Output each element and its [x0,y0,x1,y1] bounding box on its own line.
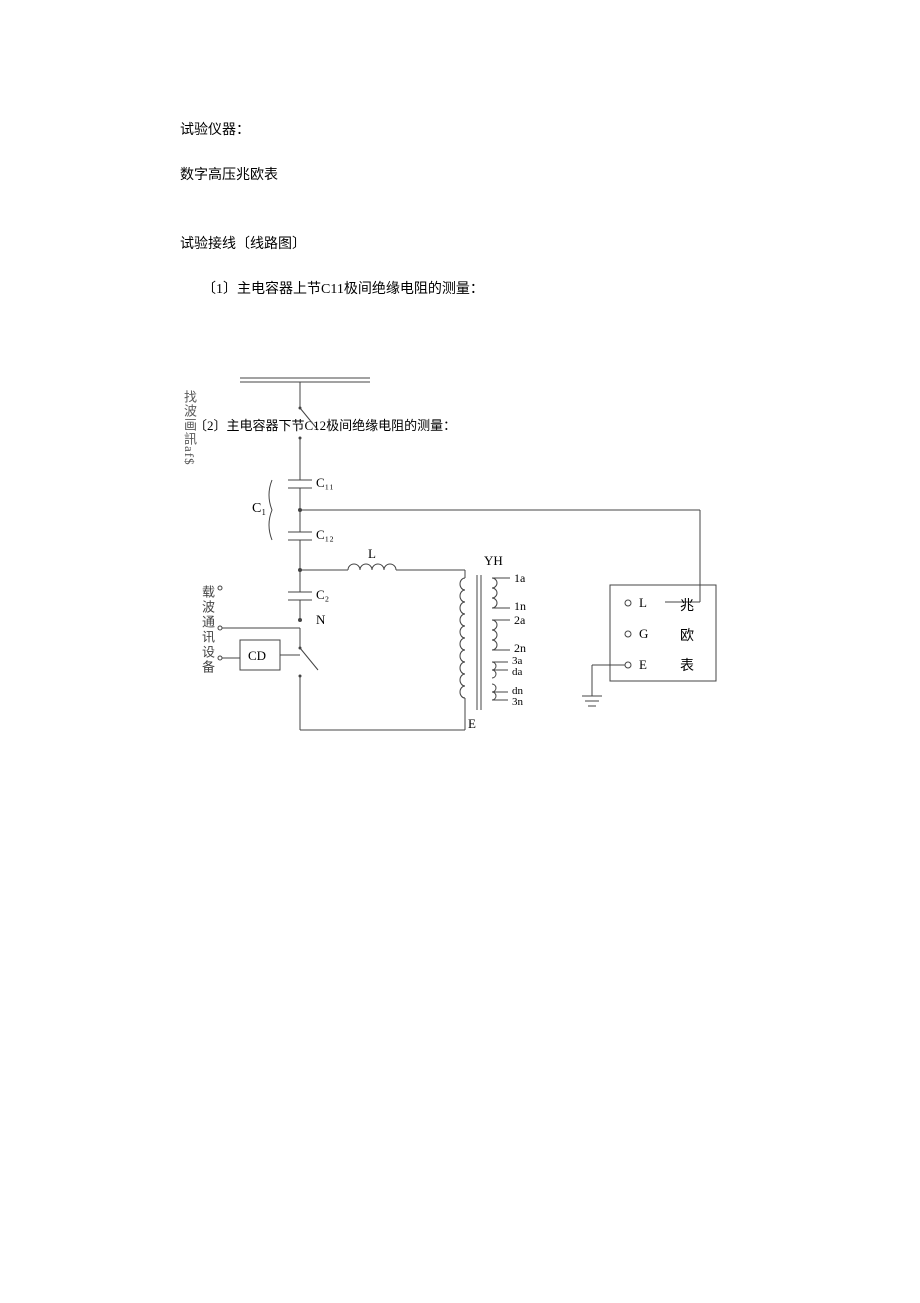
para-instrument-label: 试验仪器： [180,120,740,141]
label-YH: YH [484,553,503,568]
document-content: 试验仪器： 数字高压兆欧表 试验接线〔线路图〕 〔1〕主电容器上节C11极间绝缘… [0,0,920,880]
label-c1: C₁ [252,501,266,516]
meg-E: E [639,657,647,672]
label-c12: C₁₂ [316,527,334,542]
circuit-svg: C₁₁ C₁ C₁₂ L YH [180,360,760,820]
para-instrument-value: 数字高压兆欧表 [180,165,740,186]
label-1n: 1n [514,599,526,613]
label-1a: 1a [514,571,526,585]
meg-L: L [639,595,647,610]
label-2n: 2n [514,641,526,655]
meg-cn2: 欧 [680,628,694,644]
meg-cn3: 表 [680,658,694,674]
meg-G: G [639,626,648,641]
label-E: E [468,716,476,731]
meg-cn1: 兆 [680,598,694,614]
circuit-diagram: 找波画訊af$ 〔2〕主电容器下节C12极间绝缘电阻的测量： 载波通讯设备 C₁… [180,360,740,880]
label-L: L [368,546,376,561]
label-N: N [316,612,326,627]
para-wiring-title: 试验接线〔线路图〕 [180,234,740,255]
label-CD: CD [248,648,266,663]
label-c11: C₁₁ [316,475,334,490]
label-3n: 3n [512,696,524,708]
label-da: da [512,666,523,678]
label-2a: 2a [514,613,526,627]
label-c2: C₂ [316,587,329,602]
para-item1: 〔1〕主电容器上节C11极间绝缘电阻的测量： [180,279,740,300]
